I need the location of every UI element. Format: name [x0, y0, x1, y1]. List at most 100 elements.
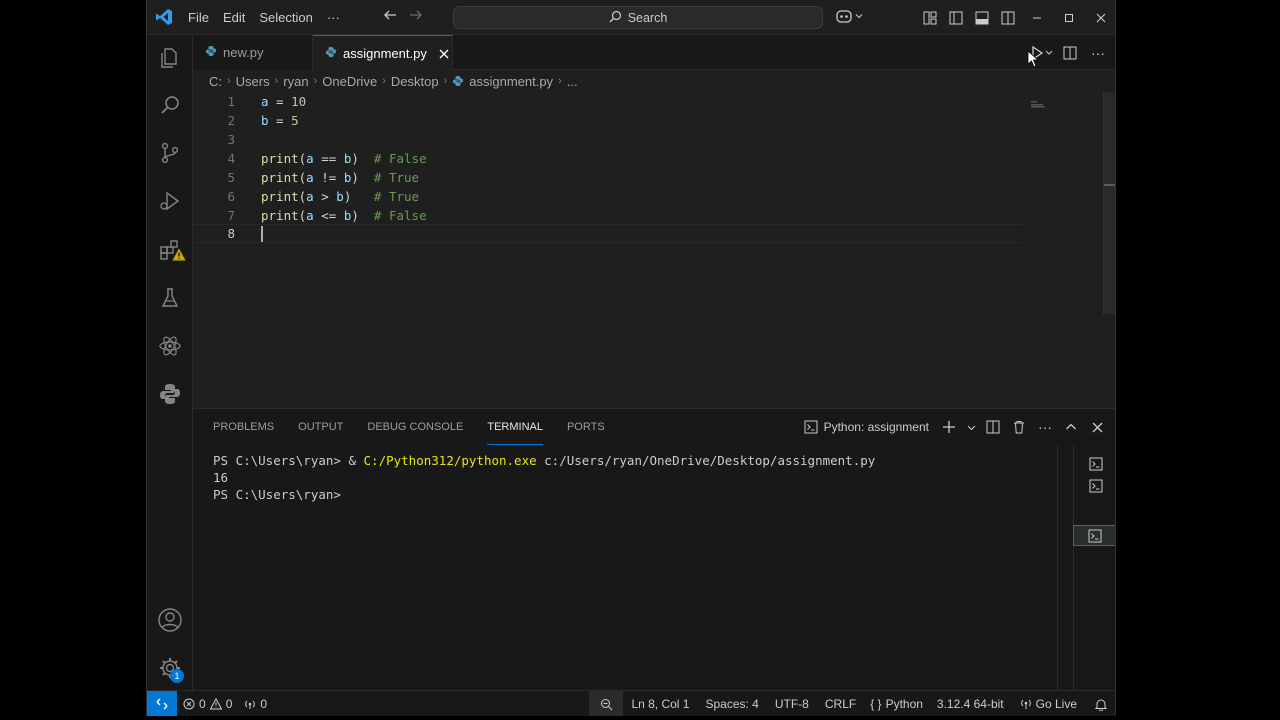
terminal-name[interactable]: Python: assignment — [824, 420, 929, 434]
bottom-panel: PROBLEMS OUTPUT DEBUG CONSOLE TERMINAL P… — [193, 408, 1115, 691]
code-line[interactable]: 6 print(a > b) # True — [193, 187, 1023, 206]
terminal-icon — [804, 420, 818, 434]
tab-output[interactable]: OUTPUT — [298, 409, 343, 445]
tab-new-py[interactable]: new.py — [193, 35, 313, 70]
kill-terminal-trash-icon[interactable] — [1009, 416, 1029, 438]
tab-terminal[interactable]: TERMINAL — [487, 409, 543, 445]
breadcrumb-item[interactable]: assignment.py — [469, 74, 553, 89]
broadcast-icon — [1020, 698, 1032, 710]
code-line[interactable]: 3 — [193, 130, 1023, 149]
forward-arrow-icon[interactable] — [409, 8, 423, 27]
tab-ports[interactable]: PORTS — [567, 409, 605, 445]
breadcrumb-item[interactable]: OneDrive — [322, 74, 377, 89]
more-actions-icon[interactable]: ··· — [1087, 42, 1109, 64]
toggle-panel-icon[interactable] — [969, 0, 995, 35]
notifications-bell-icon[interactable] — [1085, 691, 1115, 716]
maximize-icon[interactable] — [1053, 0, 1085, 35]
language-label: Python — [885, 697, 923, 711]
search-view-icon[interactable] — [147, 85, 193, 125]
encoding[interactable]: UTF-8 — [767, 691, 817, 716]
ports-count: 0 — [260, 696, 268, 711]
error-icon — [183, 698, 195, 710]
ports-status[interactable]: 0 — [238, 691, 273, 717]
python-interpreter[interactable]: 3.12.4 64-bit — [929, 691, 1012, 716]
python-file-icon — [325, 46, 337, 61]
terminal-instance-icon[interactable] — [1074, 453, 1115, 474]
more-actions-icon[interactable]: ··· — [1035, 416, 1055, 438]
terminal-instance-icon-selected[interactable] — [1073, 525, 1115, 546]
zoom-icon[interactable] — [589, 691, 624, 716]
code-text: b = 5 — [261, 113, 299, 128]
go-live-button[interactable]: Go Live — [1012, 691, 1085, 716]
terminal-instance-icon[interactable] — [1074, 475, 1115, 496]
code-editor[interactable]: 1 a = 10 2 b = 5 3 4 print(a == b) # Fal… — [193, 92, 1115, 408]
menu-selection[interactable]: Selection — [252, 10, 319, 25]
split-editor-icon[interactable] — [1059, 42, 1081, 64]
panel-actions: Python: assignment ··· — [804, 409, 1107, 445]
testing-icon[interactable] — [147, 278, 193, 318]
editor-scrollbar[interactable] — [1103, 92, 1115, 314]
tab-debug-console[interactable]: DEBUG CONSOLE — [367, 409, 463, 445]
command-center-search[interactable]: Search — [453, 6, 823, 29]
terminal-scrollbar[interactable] — [1057, 445, 1071, 691]
cursor-position[interactable]: Ln 8, Col 1 — [623, 691, 697, 716]
split-terminal-icon[interactable] — [983, 416, 1003, 438]
code-text: print(a <= b) # False — [261, 208, 427, 223]
chevron-right-icon: › — [382, 75, 386, 87]
toggle-secondary-sidebar-icon[interactable] — [995, 0, 1021, 35]
source-control-icon[interactable] — [147, 133, 193, 173]
close-panel-icon[interactable] — [1087, 416, 1107, 438]
code-line[interactable]: 5 print(a != b) # True — [193, 168, 1023, 187]
braces-icon: { } — [870, 697, 882, 711]
minimap[interactable] — [1031, 94, 1047, 108]
go-live-label: Go Live — [1035, 697, 1077, 711]
end-of-line[interactable]: CRLF — [817, 691, 864, 716]
python-file-icon — [205, 45, 217, 60]
line-number: 8 — [227, 226, 235, 241]
chevron-down-icon[interactable] — [965, 416, 977, 438]
extensions-icon[interactable] — [147, 230, 193, 270]
python-icon[interactable] — [147, 374, 193, 414]
chevron-right-icon: › — [558, 75, 562, 87]
code-line-current[interactable]: 8 — [193, 224, 1023, 243]
copilot-icon[interactable] — [835, 8, 863, 24]
terminal-output[interactable]: PS C:\Users\ryan> & C:/Python312/python.… — [213, 452, 875, 503]
close-tab-icon[interactable] — [439, 49, 449, 59]
code-line[interactable]: 1 a = 10 — [193, 92, 1023, 111]
settings-gear-icon[interactable]: 1 — [147, 648, 193, 688]
tab-problems[interactable]: PROBLEMS — [213, 409, 274, 445]
new-terminal-plus-icon[interactable] — [939, 416, 959, 438]
terminal-line: PS C:\Users\ryan> — [213, 487, 349, 502]
breadcrumb-item[interactable]: Users — [236, 74, 270, 89]
breadcrumb-item[interactable]: ryan — [283, 74, 308, 89]
back-arrow-icon[interactable] — [383, 8, 397, 27]
breadcrumb-item[interactable]: Desktop — [391, 74, 439, 89]
menu-edit[interactable]: Edit — [216, 10, 252, 25]
code-line[interactable]: 7 print(a <= b) # False — [193, 206, 1023, 225]
indentation[interactable]: Spaces: 4 — [697, 691, 766, 716]
customize-layout-icon[interactable] — [917, 0, 943, 35]
close-window-icon[interactable] — [1085, 0, 1115, 35]
menu-more[interactable]: ··· — [320, 10, 347, 25]
language-mode[interactable]: { } Python — [864, 691, 929, 716]
toggle-sidebar-icon[interactable] — [943, 0, 969, 35]
tab-assignment-py[interactable]: assignment.py — [313, 35, 453, 71]
code-text: print(a == b) # False — [261, 151, 427, 166]
remote-window-icon[interactable] — [147, 690, 177, 716]
react-icon[interactable] — [147, 326, 193, 366]
code-line[interactable]: 2 b = 5 — [193, 111, 1023, 130]
breadcrumb-item[interactable]: ... — [567, 74, 578, 89]
problems-status[interactable]: 0 0 — [177, 691, 238, 717]
minimize-icon[interactable] — [1021, 0, 1053, 35]
maximize-panel-chevron-up-icon[interactable] — [1061, 416, 1081, 438]
menu-file[interactable]: File — [181, 10, 216, 25]
vscode-window: File Edit Selection ··· Search 1 new.py … — [146, 0, 1116, 716]
breadcrumb-item[interactable]: C: — [209, 74, 222, 89]
editor-tab-bar: new.py assignment.py ··· — [193, 35, 1115, 71]
explorer-icon[interactable] — [147, 38, 193, 78]
terminal-line: PS C:\Users\ryan> & C:/Python312/python.… — [213, 453, 876, 468]
chevron-right-icon: › — [227, 75, 231, 87]
code-line[interactable]: 4 print(a == b) # False — [193, 149, 1023, 168]
run-debug-icon[interactable] — [147, 181, 193, 221]
account-icon[interactable] — [147, 600, 193, 640]
